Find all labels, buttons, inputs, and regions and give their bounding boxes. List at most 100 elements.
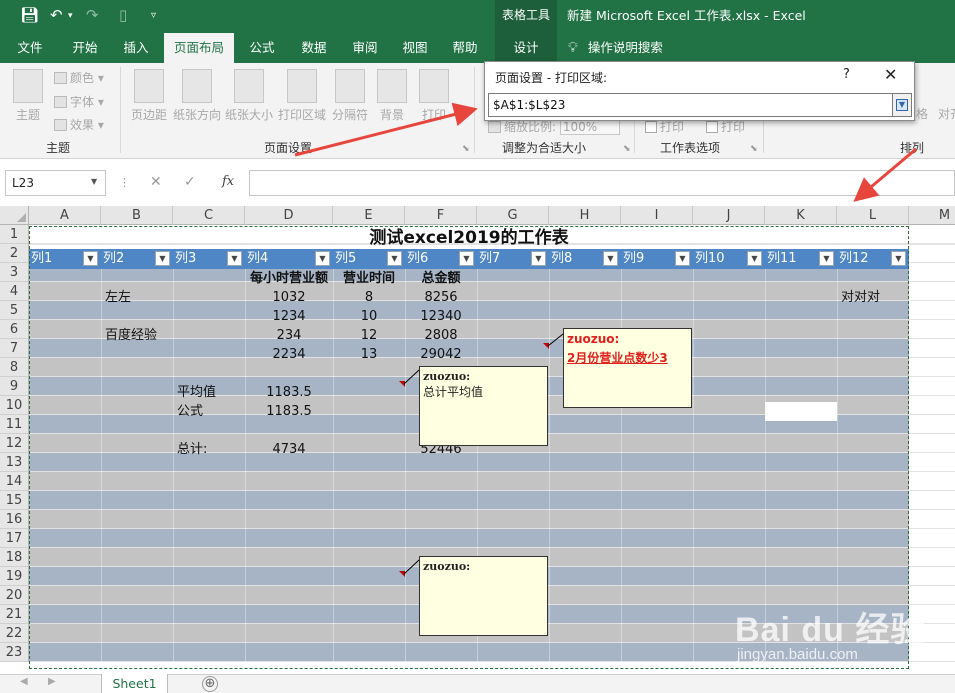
column-header-k[interactable]: K [765,206,837,225]
cell-e4[interactable]: 8 [333,288,405,307]
print-area-button[interactable]: 打印区域 [276,69,328,123]
comment-indicator-icon[interactable] [543,343,549,349]
row-header[interactable]: 18 [0,548,29,567]
save-icon[interactable]: 💾︎ [20,6,39,24]
size-button[interactable]: 纸张大小 [224,69,274,123]
comment-box[interactable]: zuozuo: [419,556,548,636]
cell-b6[interactable]: 百度经验 [101,326,157,345]
print-titles-button[interactable]: 打印 [414,69,454,123]
insert-function-icon[interactable]: fx [222,174,234,189]
tab-help[interactable]: 帮助 [443,33,487,63]
expand-dialog-button[interactable]: ▼ [893,93,912,117]
column-header-e[interactable]: E [333,206,405,225]
scale-launcher-icon[interactable]: ⬊ [623,144,631,154]
row-header[interactable]: 3 [0,263,29,282]
tell-me-search[interactable]: 💡︎ 操作说明搜索 [568,33,663,63]
tab-insert[interactable]: 插入 [114,33,158,63]
cancel-icon[interactable]: ✕ [150,174,162,190]
column-header-a[interactable]: A [29,206,101,225]
cell-d10[interactable]: 1183.5 [245,402,333,421]
page-setup-launcher-icon[interactable]: ⬊ [462,144,470,154]
row-header[interactable]: 14 [0,472,29,491]
table-header-cell[interactable]: 列9 ▼ [621,249,693,269]
filter-dropdown-icon[interactable]: ▼ [155,251,170,266]
row-header[interactable]: 13 [0,453,29,472]
column-header-i[interactable]: I [621,206,693,225]
chevron-down-icon[interactable]: ▼ [91,177,97,186]
cell-b4[interactable]: 左左 [101,288,131,307]
cell-d4[interactable]: 1032 [245,288,333,307]
row-header[interactable]: 20 [0,586,29,605]
tab-design[interactable]: 设计 [495,33,557,63]
tab-data[interactable]: 数据 [292,33,336,63]
tab-page-layout[interactable]: 页面布局 [164,33,234,63]
filter-dropdown-icon[interactable]: ▼ [675,251,690,266]
row-header[interactable]: 5 [0,301,29,320]
colors-button[interactable]: 颜色 ▾ [54,69,104,86]
comment-indicator-icon[interactable] [399,571,405,577]
cell-l4[interactable]: 对对对 [837,288,880,307]
cell-c9[interactable]: 平均值 [173,383,216,402]
fonts-button[interactable]: 字体 ▾ [54,93,104,110]
column-header-b[interactable]: B [101,206,173,225]
row-header[interactable]: 11 [0,415,29,434]
cell-d6[interactable]: 234 [245,326,333,345]
filter-dropdown-icon[interactable]: ▼ [747,251,762,266]
undo-icon[interactable]: ↶ [50,6,63,24]
tab-file[interactable]: 文件 [8,33,52,63]
add-sheet-icon[interactable]: ⊕ [202,676,218,692]
background-button[interactable]: 背景 [374,69,410,123]
row-header[interactable]: 8 [0,358,29,377]
cell-f4[interactable]: 8256 [405,288,477,307]
cell-f7[interactable]: 29042 [405,345,477,364]
cell-d3[interactable]: 每小时营业额 [245,269,333,288]
customize-toolbar-icon[interactable]: ▿ [151,10,156,21]
tab-formulas[interactable]: 公式 [240,33,284,63]
table-header-cell[interactable]: 列4 ▼ [245,249,333,269]
table-header-cell[interactable]: 列3 ▼ [173,249,245,269]
comment-box[interactable]: zuozuo: 2月份营业点数少3 [563,328,692,408]
themes-button[interactable]: 主题 [10,69,46,123]
cell-f6[interactable]: 2808 [405,326,477,345]
cell-e6[interactable]: 12 [333,326,405,345]
cell-d5[interactable]: 1234 [245,307,333,326]
table-header-cell[interactable]: 列10 ▼ [693,249,765,269]
row-header[interactable]: 12 [0,434,29,453]
close-button[interactable]: ✕ [884,65,897,84]
breaks-button[interactable]: 分隔符 [330,69,370,123]
tab-review[interactable]: 审阅 [343,33,387,63]
cell-c10[interactable]: 公式 [173,402,203,421]
filter-dropdown-icon[interactable]: ▼ [819,251,834,266]
filter-dropdown-icon[interactable]: ▼ [387,251,402,266]
row-header[interactable]: 22 [0,624,29,643]
print-area-range-input[interactable]: $A$1:$L$23 [488,93,893,117]
column-header-c[interactable]: C [173,206,245,225]
table-header-cell[interactable]: 列2 ▼ [101,249,173,269]
column-header-f[interactable]: F [405,206,477,225]
cell-k10[interactable] [765,402,837,421]
row-header[interactable]: 1 [0,225,29,244]
row-header[interactable]: 4 [0,282,29,301]
cell-e5[interactable]: 10 [333,307,405,326]
orientation-button[interactable]: 纸张方向 [172,69,222,123]
margins-button[interactable]: 页边距 [128,69,170,123]
column-header-h[interactable]: H [549,206,621,225]
tab-home[interactable]: 开始 [62,33,108,63]
new-document-icon[interactable]: ▯ [119,6,127,24]
row-header[interactable]: 16 [0,510,29,529]
cell-e7[interactable]: 13 [333,345,405,364]
column-header-l[interactable]: L [837,206,909,225]
undo-dropdown-icon[interactable]: ▾ [68,11,73,21]
table-header-cell[interactable]: 列12 ▼ [837,249,909,269]
filter-dropdown-icon[interactable]: ▼ [227,251,242,266]
row-header[interactable]: 19 [0,567,29,586]
column-header-m[interactable]: M [909,206,955,225]
filter-dropdown-icon[interactable]: ▼ [459,251,474,266]
enter-icon[interactable]: ✓ [184,174,196,190]
filter-dropdown-icon[interactable]: ▼ [531,251,546,266]
table-header-cell[interactable]: 列5 ▼ [333,249,405,269]
help-button[interactable]: ? [843,67,850,82]
cell-c12[interactable]: 总计: [173,440,207,459]
tab-view[interactable]: 视图 [393,33,437,63]
column-header-j[interactable]: J [693,206,765,225]
